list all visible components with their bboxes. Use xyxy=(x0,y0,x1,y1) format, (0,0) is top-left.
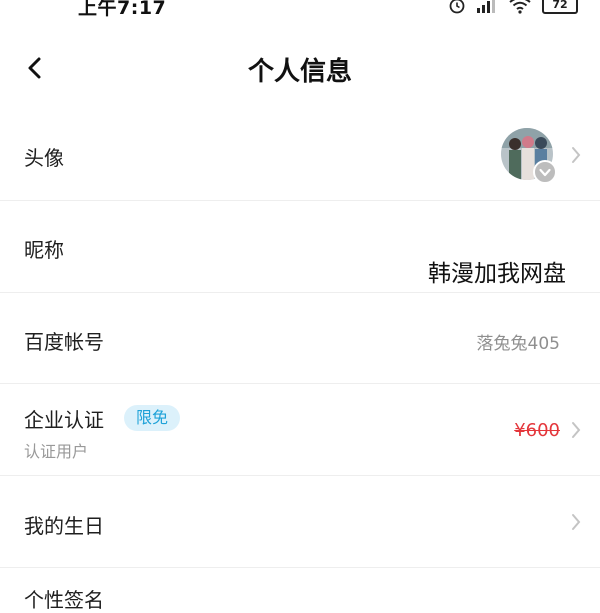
birthday-label: 我的生日 xyxy=(24,514,104,538)
enterprise-label: 企业认证 xyxy=(24,408,104,432)
avatar-label: 头像 xyxy=(24,146,64,170)
enterprise-row[interactable]: 企业认证 xyxy=(0,384,600,476)
signal-icon xyxy=(477,0,495,13)
header: 个人信息 xyxy=(0,40,600,96)
account-label: 百度帐号 xyxy=(24,330,104,354)
chevron-right-icon xyxy=(572,147,581,163)
price-strikethrough: ¥600 xyxy=(514,420,560,441)
status-bar: 上午7:17 72 xyxy=(0,0,600,22)
free-badge: 限免 xyxy=(124,405,181,431)
status-icons: 72 xyxy=(448,0,578,16)
account-value: 落兔兔405 xyxy=(476,334,560,354)
alarm-icon xyxy=(449,0,465,14)
battery-icon: 72 xyxy=(542,0,578,14)
nickname-label: 昵称 xyxy=(24,238,64,262)
enterprise-sublabel: 认证用户 xyxy=(24,442,89,461)
verified-badge-icon xyxy=(533,160,557,184)
signature-label: 个性签名 xyxy=(24,588,104,612)
birthday-row[interactable]: 我的生日 xyxy=(0,476,600,568)
chevron-right-icon xyxy=(572,422,581,438)
wifi-icon xyxy=(509,0,531,14)
page-title: 个人信息 xyxy=(247,57,352,87)
signature-row[interactable]: 个性签名 xyxy=(0,568,600,612)
account-row[interactable]: 百度帐号 落兔兔405 xyxy=(0,293,600,384)
overlay-text: 韩漫加我网盘 xyxy=(428,261,566,287)
status-time: 上午7:17 xyxy=(78,0,167,19)
chevron-right-icon xyxy=(572,514,581,530)
